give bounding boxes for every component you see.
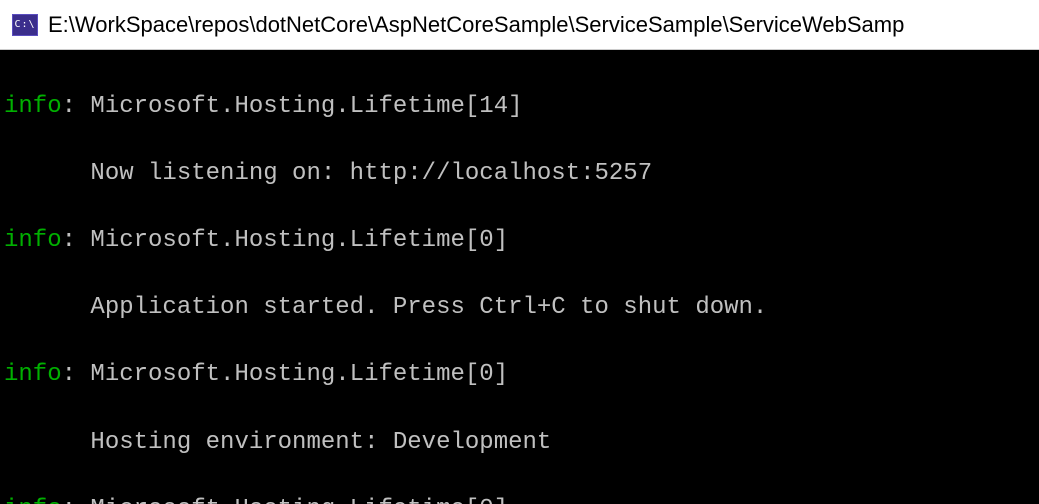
console-icon: C:\ (12, 14, 38, 36)
log-sep: : (62, 93, 91, 120)
log-sep: : (62, 361, 91, 388)
log-line: Hosting environment: Development (4, 426, 1035, 460)
log-level-info: info (4, 496, 62, 504)
window-titlebar[interactable]: C:\ E:\WorkSpace\repos\dotNetCore\AspNet… (0, 0, 1039, 50)
log-line: info: Microsoft.Hosting.Lifetime[0] (4, 358, 1035, 392)
log-sep: : (62, 496, 91, 504)
terminal-output[interactable]: info: Microsoft.Hosting.Lifetime[14] Now… (0, 50, 1039, 504)
log-line: info: Microsoft.Hosting.Lifetime[14] (4, 90, 1035, 124)
log-source: Microsoft.Hosting.Lifetime[0] (90, 227, 508, 254)
window-title: E:\WorkSpace\repos\dotNetCore\AspNetCore… (48, 12, 904, 38)
log-message: Application started. Press Ctrl+C to shu… (90, 294, 767, 321)
log-line: Application started. Press Ctrl+C to shu… (4, 291, 1035, 325)
log-source: Microsoft.Hosting.Lifetime[0] (90, 496, 508, 504)
log-line: Now listening on: http://localhost:5257 (4, 157, 1035, 191)
log-line: info: Microsoft.Hosting.Lifetime[0] (4, 493, 1035, 504)
log-indent (4, 426, 90, 460)
log-message: Now listening on: http://localhost:5257 (90, 160, 652, 187)
log-level-info: info (4, 227, 62, 254)
log-message: Hosting environment: Development (90, 429, 551, 456)
log-source: Microsoft.Hosting.Lifetime[0] (90, 361, 508, 388)
log-sep: : (62, 227, 91, 254)
log-line: info: Microsoft.Hosting.Lifetime[0] (4, 224, 1035, 258)
console-icon-text: C:\ (14, 19, 35, 30)
log-source: Microsoft.Hosting.Lifetime[14] (90, 93, 522, 120)
log-indent (4, 291, 90, 325)
log-level-info: info (4, 93, 62, 120)
log-indent (4, 157, 90, 191)
log-level-info: info (4, 361, 62, 388)
